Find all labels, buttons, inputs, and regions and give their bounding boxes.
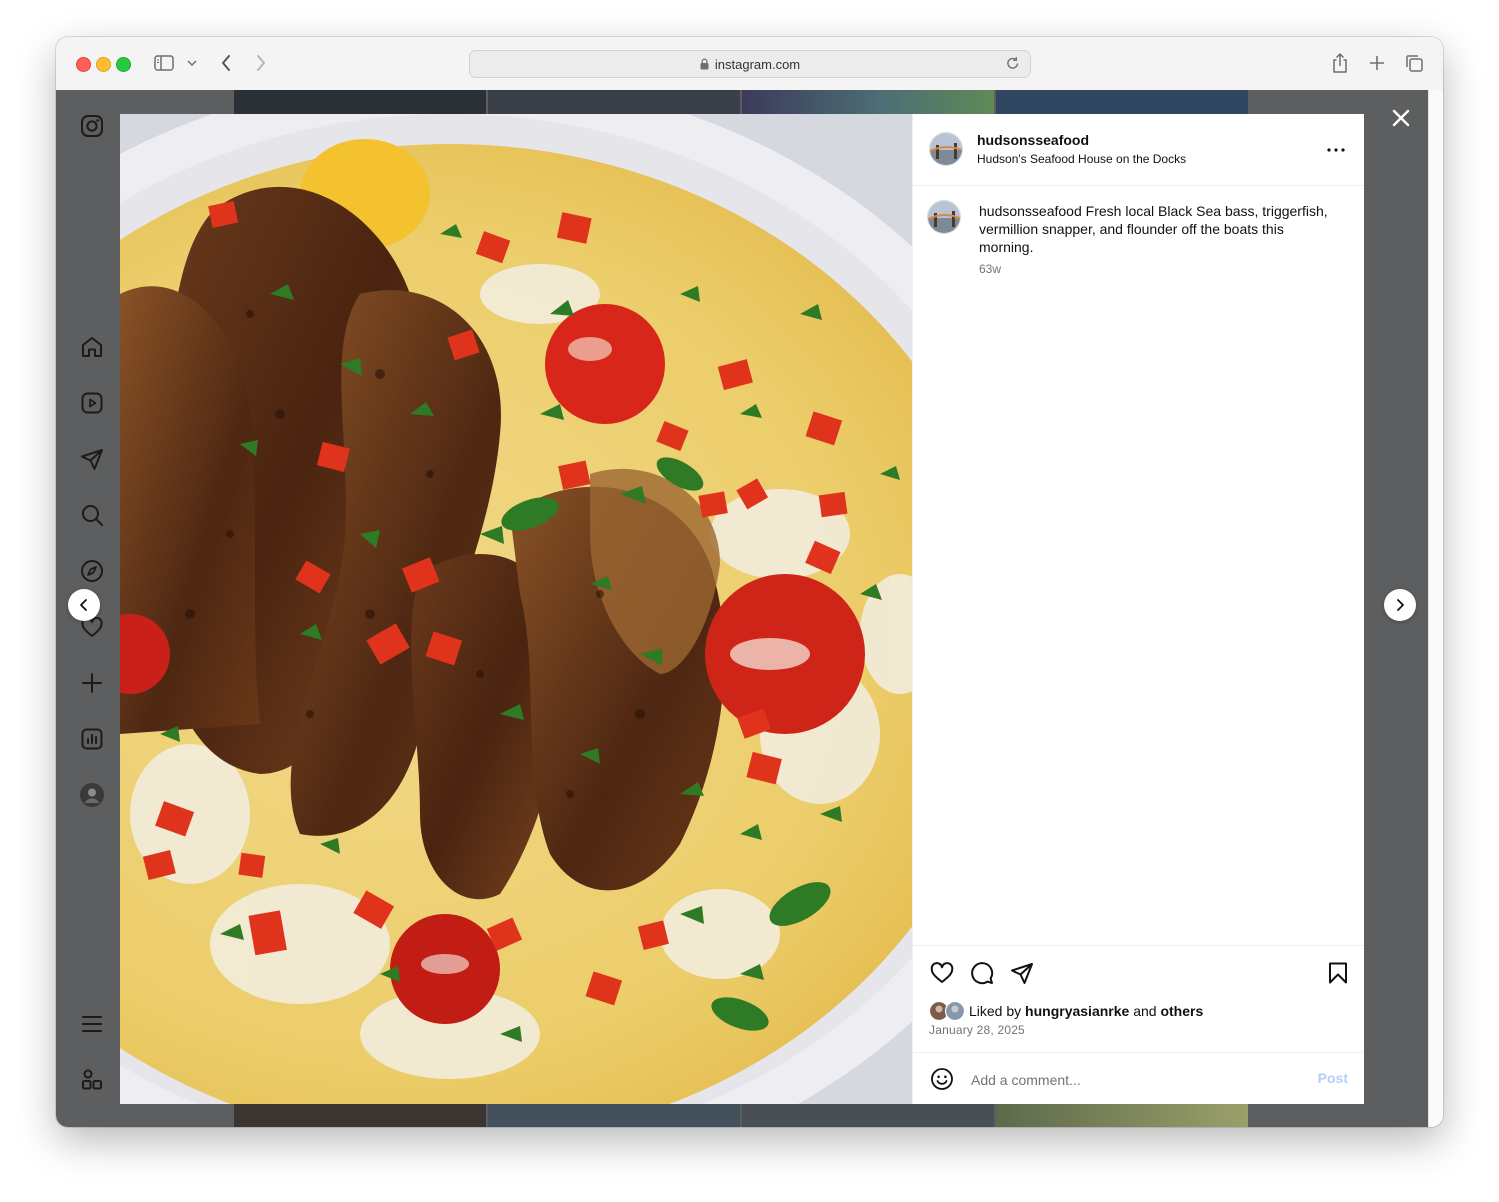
chevron-left-icon [80,599,87,611]
caption-username[interactable]: hudsonsseafood [979,203,1082,219]
page-scrollbar[interactable] [1428,90,1443,1127]
page-content: hudsonsseafood Hudson's Seafood House on… [56,90,1428,1127]
also-from-meta-icon[interactable] [78,1066,106,1094]
liked-by-user[interactable]: hungryasianrke [1025,1003,1129,1019]
messages-icon[interactable] [78,445,106,473]
post-header: hudsonsseafood Hudson's Seafood House on… [913,114,1364,186]
instagram-logo-icon[interactable] [78,112,106,140]
close-window-button[interactable] [76,57,91,72]
author-avatar[interactable] [929,132,963,166]
liked-by-prefix: Liked by [969,1003,1026,1019]
post-modal: hudsonsseafood Hudson's Seafood House on… [120,114,1364,1104]
zoom-window-button[interactable] [116,57,131,72]
caption-avatar[interactable] [927,200,961,234]
chevron-down-icon[interactable] [186,51,198,75]
liked-by-others[interactable]: others [1160,1003,1203,1019]
search-icon[interactable] [78,501,106,529]
close-icon[interactable] [1389,106,1413,130]
post-date[interactable]: January 28, 2025 [929,1023,1025,1037]
comment-bar: Post [913,1052,1364,1105]
new-tab-icon[interactable] [1365,51,1389,75]
url-text: instagram.com [714,56,801,72]
heart-icon[interactable] [927,958,957,988]
feed-tile [234,90,486,114]
feed-tile [996,1104,1248,1127]
post-location[interactable]: Hudson's Seafood House on the Docks [977,152,1186,166]
feed-tile [488,1104,740,1127]
forward-icon[interactable] [251,51,271,75]
share-icon[interactable] [1007,958,1037,988]
explore-icon[interactable] [78,557,106,585]
minimize-window-button[interactable] [96,57,111,72]
browser-titlebar: instagram.com [56,37,1443,91]
back-icon[interactable] [216,51,236,75]
profile-avatar[interactable] [78,781,106,809]
menu-icon[interactable] [78,1010,106,1038]
post-details-panel: hudsonsseafood Hudson's Seafood House on… [912,114,1364,1104]
reels-icon[interactable] [78,389,106,417]
more-options-icon[interactable] [1324,138,1348,162]
previous-post-button[interactable] [68,589,100,621]
feed-tile [488,90,740,114]
next-post-button[interactable] [1384,589,1416,621]
dashboard-icon[interactable] [78,725,106,753]
address-bar[interactable]: instagram.com [469,50,1031,78]
create-icon[interactable] [78,669,106,697]
feed-tile [234,1104,486,1127]
liked-by-and: and [1129,1003,1161,1019]
feed-tile [742,1104,994,1127]
caption-timestamp[interactable]: 63w [979,262,1001,276]
home-icon[interactable] [78,333,106,361]
emoji-icon[interactable] [929,1066,955,1092]
tab-overview-icon[interactable] [1402,51,1426,75]
feed-tile [996,90,1248,114]
comment-input[interactable] [969,1067,1293,1093]
post-photo[interactable] [120,114,912,1104]
post-actions: Liked by hungryasianrke and others Janua… [913,945,1364,1053]
feed-tile [742,90,994,114]
author-username[interactable]: hudsonsseafood [977,132,1089,148]
sidebar-toggle-icon[interactable] [152,51,178,75]
post-caption: hudsonsseafood Fresh local Black Sea bas… [979,202,1329,256]
share-browser-icon[interactable] [1328,51,1352,75]
post-comment-button[interactable]: Post [1318,1070,1348,1086]
liker-avatars[interactable] [928,1000,967,1022]
likes-summary: Liked by hungryasianrke and others [928,1000,1203,1022]
reload-icon[interactable] [1006,55,1020,71]
chevron-right-icon [1397,599,1404,611]
comment-icon[interactable] [967,958,997,988]
bookmark-icon[interactable] [1323,958,1353,988]
browser-window: instagram.com hudsonsseafood Hudson's Se… [56,37,1443,1127]
lock-icon [700,58,709,70]
